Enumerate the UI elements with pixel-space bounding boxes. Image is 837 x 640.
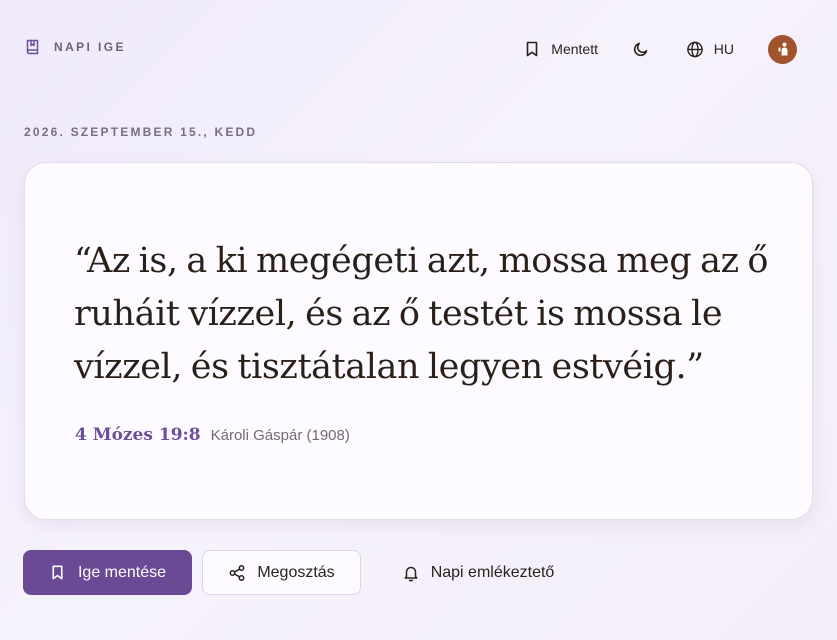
saved-link[interactable]: Mentett	[523, 40, 598, 58]
language-label: HU	[713, 41, 734, 57]
language-selector[interactable]: HU	[686, 40, 734, 58]
bookmark-icon	[49, 564, 67, 582]
verse-meta: 4 Mózes 19:8 Károli Gáspár (1908)	[75, 425, 350, 445]
save-verse-label: Ige mentése	[77, 563, 167, 581]
user-icon	[778, 42, 787, 56]
share-label: Megosztás	[257, 563, 335, 581]
save-verse-button[interactable]: Ige mentése	[23, 550, 192, 595]
user-avatar[interactable]	[768, 34, 797, 64]
globe-icon	[686, 40, 704, 58]
verse-date: 2026. SZEPTEMBER 15., KEDD	[24, 125, 258, 139]
verse-reference[interactable]: 4 Mózes 19:8	[75, 425, 201, 445]
verse-translation: Károli Gáspár (1908)	[210, 427, 350, 444]
brand-label: NAPI IGE	[54, 40, 126, 54]
share-button[interactable]: Megosztás	[202, 550, 361, 595]
top-bar: NAPI IGE Mentett HU	[0, 0, 837, 96]
moon-icon	[632, 40, 650, 58]
verse-card: “Az is, a ki megégeti azt, mossa meg az …	[24, 162, 813, 520]
share-icon	[228, 564, 246, 582]
daily-reminder-button[interactable]: Napi emlékeztető	[368, 550, 588, 595]
theme-toggle[interactable]	[632, 40, 650, 58]
book-icon	[24, 38, 42, 56]
verse-text: “Az is, a ki megégeti azt, mossa meg az …	[74, 241, 769, 387]
saved-label: Mentett	[551, 41, 598, 57]
brand[interactable]: NAPI IGE	[24, 38, 126, 56]
bookmark-icon	[523, 40, 541, 58]
daily-reminder-label: Napi emlékeztető	[430, 563, 555, 581]
bell-icon	[402, 564, 420, 582]
